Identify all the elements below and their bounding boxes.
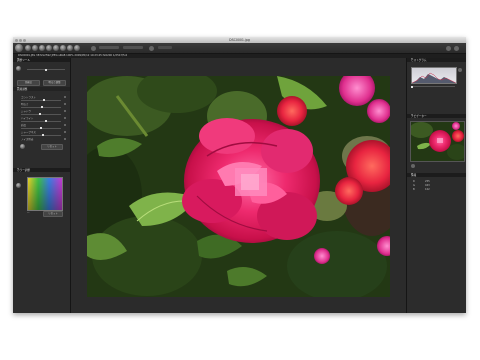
mode-field[interactable] (158, 46, 172, 49)
adjust-row-label: 明るさ (21, 103, 29, 106)
adjust-row-check[interactable] (64, 102, 66, 105)
histogram-title: ヒストグラム (411, 59, 427, 63)
adjust-row-check[interactable] (64, 116, 66, 119)
adjust-row-label: シャープネス (21, 131, 36, 134)
info-value: 102 (425, 188, 430, 191)
navigator-header[interactable]: ナビゲーター (407, 114, 466, 118)
info-key: R (413, 180, 415, 183)
adjust-row-check[interactable] (64, 95, 66, 98)
adjust-row-slider[interactable] (21, 99, 61, 101)
window-title: DSC0001.jpg (229, 38, 250, 42)
toolbar (13, 43, 466, 54)
histogram-graph (411, 67, 457, 84)
color-picker-icon[interactable] (16, 183, 21, 188)
adjust-row-slider[interactable] (21, 113, 61, 115)
info-value: 255 (425, 180, 430, 183)
app-window: DSC0001.jpg DSC0001.JPG 3872x2592 JPEG s… (13, 37, 466, 313)
info-key: B (413, 188, 415, 191)
adjust-row-check[interactable] (64, 123, 66, 126)
rose-photo-image (87, 76, 390, 297)
rotate-icon[interactable] (91, 45, 96, 51)
tool-icon-9[interactable] (74, 45, 80, 51)
tool-icon-5[interactable] (46, 45, 52, 51)
color-panel-title: カラー調整 (17, 169, 30, 173)
adjust-row-slider[interactable] (21, 106, 61, 108)
adjust-row-label: シャドウ (21, 110, 32, 113)
info-key: G (413, 184, 415, 187)
histogram-curve (412, 72, 456, 83)
zoom-field[interactable] (99, 46, 119, 49)
quality-section-header[interactable]: 画質調整 (13, 87, 70, 91)
adjust-row-slider[interactable] (21, 120, 61, 122)
color-reset-button[interactable]: リセット (43, 211, 63, 217)
histogram-header[interactable]: ヒストグラム (407, 58, 466, 62)
left-panel-header[interactable]: 調整ツール (13, 58, 70, 62)
tool-icon-6[interactable] (53, 45, 59, 51)
tool-icon-7[interactable] (60, 45, 66, 51)
left-panel: 調整ツール 色補正 明るさ調整 画質調整 コントラスト 明るさ シャドウ ハイラ… (13, 58, 71, 313)
adjust-row-check[interactable] (64, 130, 66, 133)
status-text: DSC0001.JPG 3872x2592 JPEG sRGB 100% 200… (18, 54, 128, 58)
info-title: 情報 (411, 174, 417, 178)
navigator-thumbnail[interactable] (410, 121, 465, 162)
adjust-row-label: コントラスト (21, 96, 36, 99)
color-panel-header[interactable]: カラー調整 (13, 168, 70, 172)
adjust-row-check[interactable] (64, 137, 66, 140)
thumbnail-image (411, 122, 464, 161)
navigator-title: ナビゲーター (411, 115, 427, 119)
adjust-row-label: 彩度 (21, 124, 27, 127)
image-canvas[interactable] (71, 58, 406, 313)
settings-icon[interactable] (446, 45, 451, 51)
tool-icon-2[interactable] (25, 45, 31, 51)
preview-icon[interactable] (20, 144, 25, 149)
color-wheel-box[interactable] (27, 177, 63, 211)
color-value-label: ― (27, 211, 30, 214)
tool-icon-8[interactable] (67, 45, 73, 51)
adjust-row-check[interactable] (64, 109, 66, 112)
help-icon[interactable] (454, 45, 459, 51)
tool-icon-3[interactable] (32, 45, 38, 51)
eyedropper-icon[interactable] (16, 66, 21, 71)
reset-button[interactable]: リセット (41, 144, 63, 150)
tool-icon-4[interactable] (39, 45, 45, 51)
adjust-row-slider[interactable] (21, 127, 61, 129)
info-header[interactable]: 情報 (407, 173, 466, 177)
histogram-range-slider[interactable] (411, 85, 455, 88)
fit-icon[interactable] (149, 45, 154, 51)
navigator-zoom-icon[interactable] (411, 164, 415, 168)
adjust-row-label: ノイズ除去 (21, 138, 34, 141)
quality-section-label: 画質調整 (17, 88, 28, 92)
brightness-button[interactable]: 明るさ調整 (43, 80, 66, 86)
color-correct-button[interactable]: 色補正 (17, 80, 40, 86)
adjust-row-label: ハイライト (21, 117, 34, 120)
histogram-menu-icon[interactable] (458, 68, 462, 72)
adjust-row-slider[interactable] (21, 134, 61, 136)
exposure-slider[interactable] (27, 68, 65, 71)
view-field[interactable] (123, 46, 143, 49)
main-photo[interactable] (87, 76, 390, 297)
info-value: 043 (425, 184, 430, 187)
tool-icon-1[interactable] (15, 44, 23, 52)
right-panel: ヒストグラム ナビゲーター 情報 R 255 G 043 B 102 (406, 58, 466, 313)
left-panel-title: 調整ツール (17, 59, 30, 63)
